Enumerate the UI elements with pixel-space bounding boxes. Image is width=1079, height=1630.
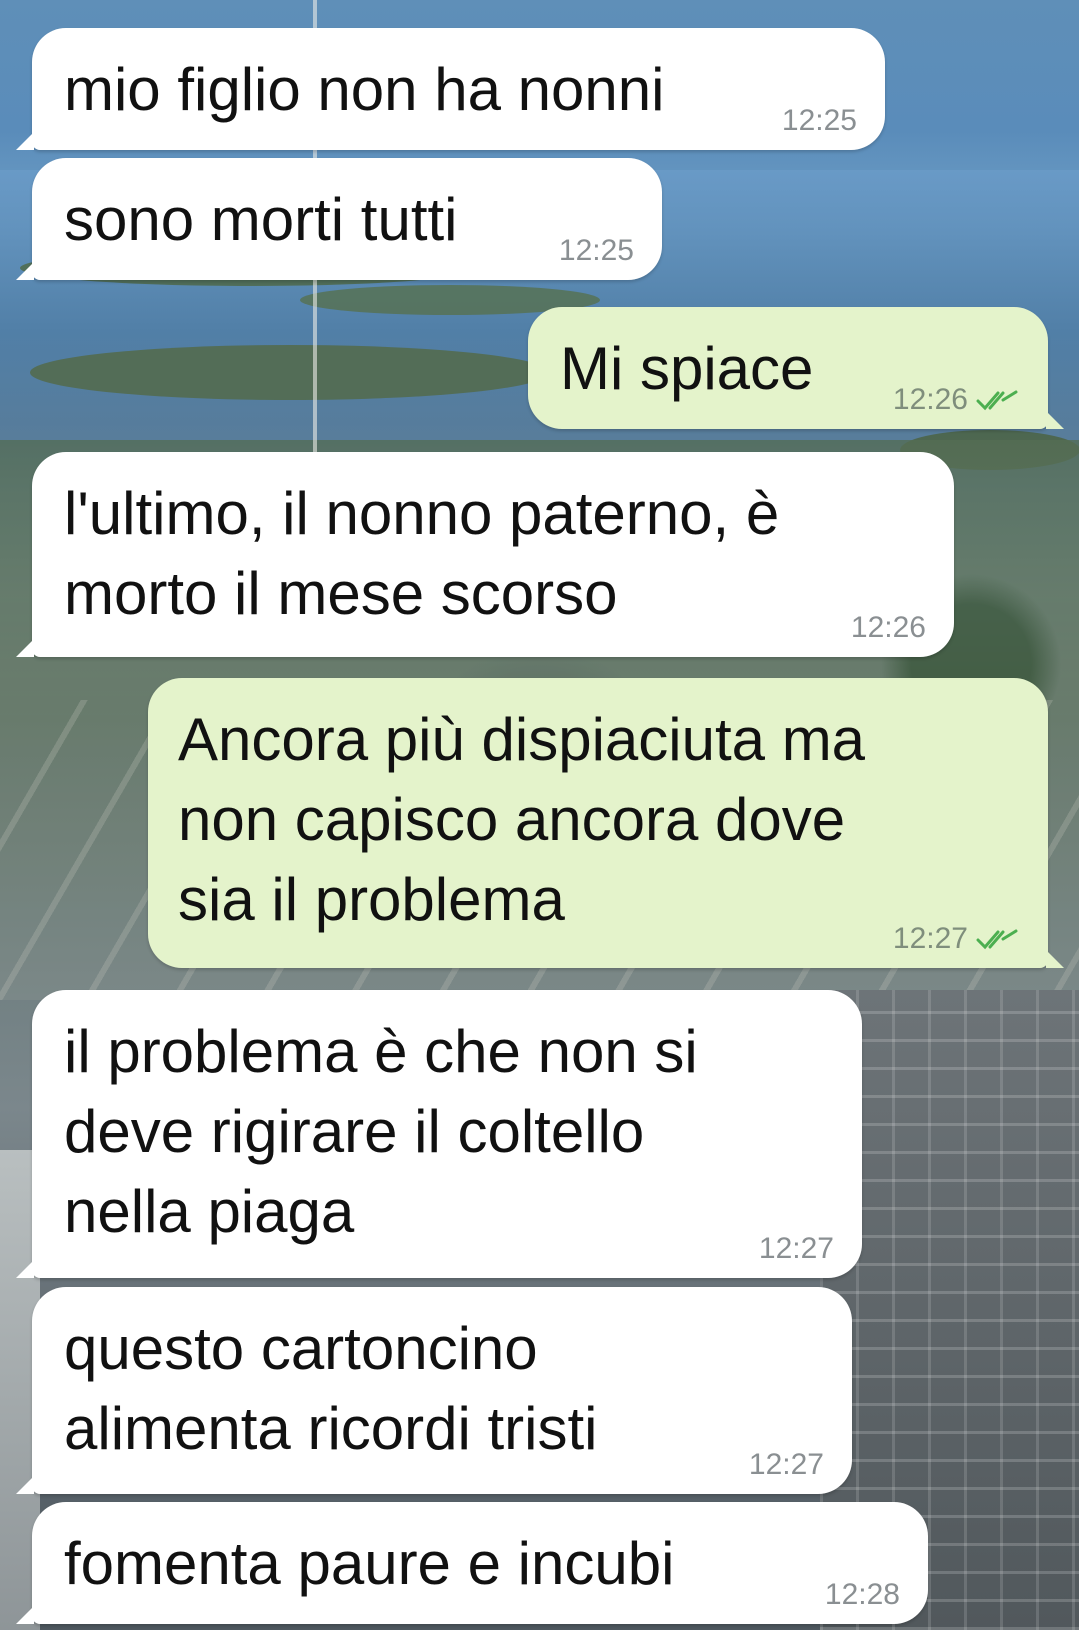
message-bubble-outgoing[interactable]: Ancora più dispiaciuta ma non capisco an… <box>148 678 1064 968</box>
message-meta: 12:27 <box>759 1234 834 1264</box>
message-bubble-incoming[interactable]: l'ultimo, il nonno paterno, è morto il m… <box>16 452 954 657</box>
message-time: 12:25 <box>558 234 634 267</box>
message-time: 12:27 <box>748 1448 824 1481</box>
message-text: il problema è che non si deve rigirare i… <box>64 1018 698 1245</box>
message-text: Ancora più dispiaciuta ma non capisco an… <box>178 706 866 933</box>
message-bubble-outgoing[interactable]: Mi spiace 12:26 <box>528 307 1064 429</box>
message-meta: 12:25 <box>782 106 857 136</box>
message-bubble-incoming[interactable]: fomenta paure e incubi 12:28 <box>16 1502 928 1624</box>
wallpaper-island <box>30 345 550 400</box>
message-time: 12:27 <box>892 922 968 955</box>
message-time: 12:25 <box>781 104 857 137</box>
message-meta: 12:26 <box>851 613 926 643</box>
message-bubble-incoming[interactable]: questo cartoncino alimenta ricordi trist… <box>16 1287 852 1494</box>
message-text: questo cartoncino alimenta ricordi trist… <box>64 1315 598 1462</box>
message-bubble-incoming[interactable]: il problema è che non si deve rigirare i… <box>16 990 862 1278</box>
message-meta: 12:25 <box>559 236 634 266</box>
message-time: 12:27 <box>758 1232 834 1265</box>
double-check-icon <box>976 388 1020 412</box>
message-bubble-incoming[interactable]: sono morti tutti 12:25 <box>16 158 662 280</box>
message-time: 12:26 <box>892 383 968 416</box>
message-time: 12:26 <box>850 611 926 644</box>
message-text: fomenta paure e incubi <box>64 1530 675 1597</box>
message-bubble-incoming[interactable]: mio figlio non ha nonni 12:25 <box>16 28 885 150</box>
message-meta: 12:26 <box>893 385 1020 415</box>
message-meta: 12:28 <box>825 1580 900 1610</box>
message-meta: 12:27 <box>749 1450 824 1480</box>
message-meta: 12:27 <box>893 924 1020 954</box>
message-text: l'ultimo, il nonno paterno, è morto il m… <box>64 480 780 627</box>
message-text: sono morti tutti <box>64 186 458 253</box>
message-text: mio figlio non ha nonni <box>64 56 665 123</box>
message-time: 12:28 <box>824 1578 900 1611</box>
message-text: Mi spiace <box>560 335 814 402</box>
double-check-icon <box>976 927 1020 951</box>
